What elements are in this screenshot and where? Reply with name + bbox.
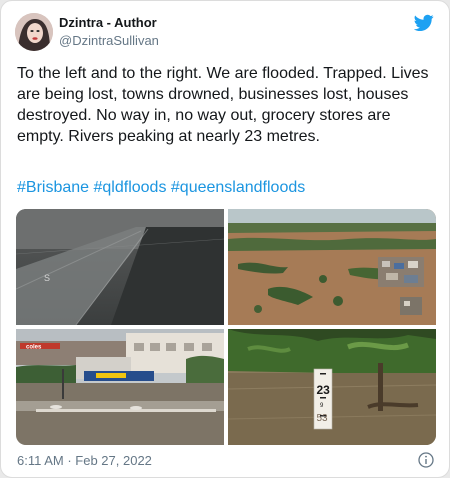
cctv-marker-label: S xyxy=(44,273,50,283)
twitter-bird-icon[interactable] xyxy=(414,14,434,32)
tweet-card: Dzintra - Author @DzintraSullivan To the… xyxy=(0,0,450,478)
hashtag-list: #Brisbane #qldfloods #queenslandfloods xyxy=(17,179,305,197)
photo-aerial-flooded-town[interactable] xyxy=(228,209,436,325)
gauge-label-top: 23 xyxy=(317,383,331,397)
photo-flooded-highway[interactable]: S xyxy=(16,209,224,325)
hashtag-queenslandfloods[interactable]: #queenslandfloods xyxy=(171,179,305,196)
photo-flood-depth-gauge[interactable]: 23 9 53 xyxy=(228,329,436,445)
hashtag-brisbane[interactable]: #Brisbane xyxy=(17,179,89,196)
tweet-text: To the left and to the right. We are flo… xyxy=(17,65,429,145)
photo-flooded-supermarket[interactable]: coles xyxy=(16,329,224,445)
author-display-name[interactable]: Dzintra - Author xyxy=(59,15,157,30)
avatar[interactable] xyxy=(15,13,53,51)
info-icon[interactable] xyxy=(418,452,434,468)
tweet-timestamp[interactable]: 6:11 AM · Feb 27, 2022 xyxy=(17,453,152,468)
photo-grid: S coles 23 9 53 xyxy=(16,209,436,445)
store-sign-label: coles xyxy=(26,345,42,351)
author-handle[interactable]: @DzintraSullivan xyxy=(59,33,159,48)
gauge-label-low: 53 xyxy=(317,413,329,424)
hashtag-qldfloods[interactable]: #qldfloods xyxy=(94,179,167,196)
